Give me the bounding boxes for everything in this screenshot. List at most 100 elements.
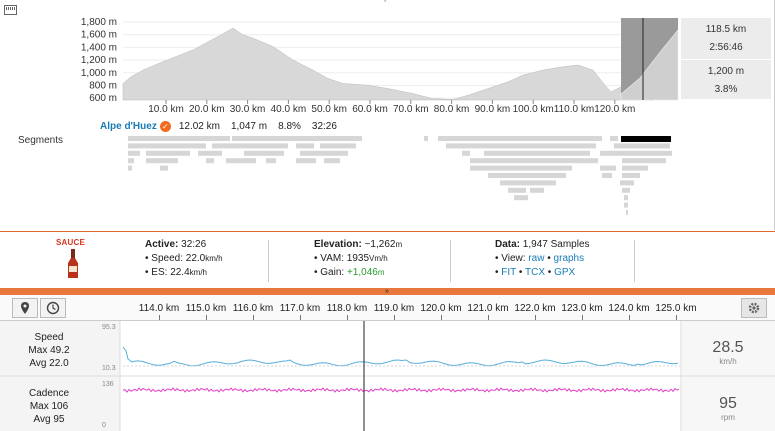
x-tick-label: 100.0 km <box>513 104 554 115</box>
segment-bar <box>602 173 612 178</box>
active-time: 32:26 <box>181 239 207 250</box>
y-tick-label: 1,400 m <box>81 42 117 53</box>
y-tick-label: 600 m <box>89 93 117 104</box>
es-label: ES: <box>151 267 168 278</box>
gain-value: +1,046 <box>346 267 378 278</box>
separator-dot: • <box>547 267 552 278</box>
speed-unit: km/h <box>205 254 223 263</box>
segment-bar <box>146 158 178 164</box>
time-axis-button[interactable] <box>40 298 66 318</box>
fit-export-link[interactable]: FIT <box>501 267 516 278</box>
segment-bar <box>300 136 362 141</box>
map-pin-button[interactable] <box>12 298 38 318</box>
elevation-profile <box>122 27 654 101</box>
segment-bar <box>622 165 648 171</box>
axis-tick-label: 121.0 km <box>467 303 509 314</box>
segment-bar <box>614 143 670 149</box>
segment-bar <box>500 180 556 186</box>
segment-bar <box>530 187 544 193</box>
cadence-current-value: 95 <box>719 395 737 412</box>
cadence-current-unit: rpm <box>721 413 735 422</box>
pin-icon <box>21 302 29 314</box>
axis-tick-label: 124.0 km <box>608 303 650 314</box>
active-title: Active: <box>145 239 179 250</box>
vam-unit: Vm/h <box>369 254 388 263</box>
axis-tick-label: 123.0 km <box>561 303 603 314</box>
axis-tick-label: 115.0 km <box>185 303 227 314</box>
elevation-title: Elevation: <box>314 239 362 250</box>
segment-bar <box>324 158 340 164</box>
speed-max: Max 49.2 <box>28 345 70 356</box>
y-tick-label: 1,800 m <box>81 17 117 28</box>
stream-charts[interactable] <box>0 321 775 431</box>
axis-tick-label: 114.0 km <box>138 303 180 314</box>
info-panel: SAUCE Active: 32:26 • Speed: 22.0km/h • … <box>0 231 775 288</box>
segment-bar <box>488 173 566 178</box>
segment-bar <box>424 136 428 141</box>
axis-tick-label: 125.0 km <box>655 303 697 314</box>
speed-avg: Avg 22.0 <box>29 358 69 369</box>
segment-bar <box>244 150 284 156</box>
raw-link[interactable]: raw <box>528 253 544 264</box>
segment-bar <box>470 158 598 164</box>
segment-bar <box>226 158 256 164</box>
speed-value: 22.0 <box>185 253 206 264</box>
sauce-bottle-icon <box>68 249 78 278</box>
chevron-down-icon[interactable]: » <box>385 288 389 295</box>
y-tick-label: 800 m <box>89 81 117 92</box>
data-title: Data: <box>495 239 521 250</box>
axis-tick <box>253 315 254 320</box>
axis-tick <box>629 315 630 320</box>
axis-tick <box>159 315 160 320</box>
segment-name-link[interactable]: Alpe d'Huez <box>100 121 157 132</box>
gpx-export-link[interactable]: GPX <box>554 267 575 278</box>
stat-grade: 3.8% <box>681 78 771 100</box>
sample-count: 1,947 Samples <box>522 239 590 250</box>
segment-bar <box>128 136 230 141</box>
segment-bar <box>470 165 572 171</box>
gain-unit: m <box>377 268 385 277</box>
gain-label: Gain: <box>320 267 345 278</box>
axis-tick <box>582 315 583 320</box>
stream-graphs: Speed Max 49.2 Avg 22.0 95.3 10.3 28.5 k… <box>0 321 775 431</box>
x-tick-label: 110.0 km <box>554 104 594 115</box>
gear-icon <box>748 302 760 314</box>
stat-time: 2:56:46 <box>681 36 771 60</box>
panel-resize-bar[interactable]: » <box>0 288 775 295</box>
graphs-link[interactable]: graphs <box>554 253 585 264</box>
axis-tick <box>206 315 207 320</box>
segment-bar <box>320 143 356 149</box>
x-tick-label: 20.0 km <box>189 104 225 115</box>
elevation-chart[interactable]: 1,800 m 1,600 m1,400 m 1,200 m 1,000 m 800 m… <box>0 0 775 230</box>
divider <box>634 240 635 282</box>
settings-button[interactable] <box>741 298 767 318</box>
segment-bar <box>296 143 314 149</box>
view-label: View: <box>501 253 526 264</box>
segment-bar <box>128 143 206 149</box>
segment-distance: 12.02 km <box>178 120 220 132</box>
cadence-axis-top: 136 <box>102 381 114 388</box>
x-tick-label: 70.0 km <box>393 104 429 115</box>
sauce-logo[interactable]: SAUCE <box>56 238 85 247</box>
speed-current-unit: km/h <box>719 357 737 366</box>
cadence-avg: Avg 95 <box>33 414 65 425</box>
axis-tick-label: 117.0 km <box>279 303 321 314</box>
active-stats: Active: 32:26 • Speed: 22.0km/h • ES: 22… <box>145 239 223 278</box>
segments-label: Segments <box>18 135 64 146</box>
x-tick-label: 120.0 km <box>594 104 635 115</box>
segment-bar <box>610 136 618 141</box>
separator-dot: • <box>547 253 551 264</box>
x-tick-label: 10.0 km <box>148 104 184 115</box>
axis-tick <box>300 315 301 320</box>
segment-time: 32:26 <box>311 120 337 132</box>
axis-tick-label: 119.0 km <box>373 303 415 314</box>
tcx-export-link[interactable]: TCX <box>525 267 545 278</box>
segment-bar <box>206 158 214 164</box>
segment-bar <box>198 150 222 156</box>
x-tick-label: 30.0 km <box>230 104 266 115</box>
axis-tick <box>535 315 536 320</box>
speed-current-value: 28.5 <box>712 339 744 356</box>
segment-bar <box>212 143 288 149</box>
elevation-value: ~1,262 <box>364 239 396 250</box>
segment-bar <box>296 158 316 164</box>
